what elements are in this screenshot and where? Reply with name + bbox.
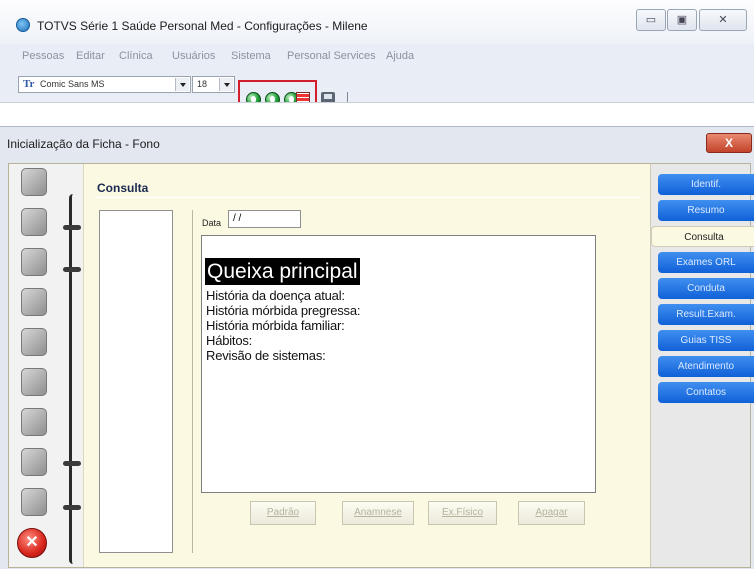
window-title: TOTVS Série 1 Saúde Personal Med - Confi… xyxy=(37,19,368,33)
padrao-button[interactable]: Padrão xyxy=(250,501,316,525)
ficha-dialog: Inicialização da Ficha - Fono X ✕ Consul… xyxy=(0,126,754,569)
binder-sidebar: ✕ xyxy=(9,164,84,567)
sidebar-disc-icon[interactable] xyxy=(21,448,47,476)
font-size-select[interactable]: 18 xyxy=(192,76,235,93)
binder-ring xyxy=(63,225,81,230)
sidebar-stethoscope-icon[interactable] xyxy=(21,488,47,516)
menu-clinica[interactable]: Clínica xyxy=(119,50,153,62)
close-window-button[interactable]: ✕ xyxy=(699,9,747,31)
menu-usuarios[interactable]: Usuários xyxy=(172,50,215,62)
menu-ajuda[interactable]: Ajuda xyxy=(386,50,414,62)
tab-consulta[interactable]: Consulta xyxy=(651,226,754,247)
exame-fisico-button[interactable]: Ex.Físico xyxy=(428,501,497,525)
editor-line: História da doença atual: xyxy=(206,288,345,303)
tab-conduta[interactable]: Conduta xyxy=(658,278,754,299)
apagar-button[interactable]: Apagar xyxy=(518,501,585,525)
font-family-select[interactable]: Tr Comic Sans MS xyxy=(18,76,191,93)
title-bar: TOTVS Série 1 Saúde Personal Med - Confi… xyxy=(0,0,754,44)
editor-line: Hábitos: xyxy=(206,333,253,348)
editor-heading: Queixa principal xyxy=(205,258,360,285)
binder-ring xyxy=(63,461,81,466)
menu-pessoas[interactable]: Pessoas xyxy=(22,50,64,62)
minimize-button[interactable]: ▭ xyxy=(636,9,666,31)
main-window: TOTVS Série 1 Saúde Personal Med - Confi… xyxy=(0,0,754,125)
binder-ring xyxy=(63,505,81,510)
binder-ring xyxy=(63,267,81,272)
sidebar-headphones-icon[interactable] xyxy=(21,288,47,316)
exit-button[interactable]: ✕ xyxy=(17,528,47,558)
tab-atendimento[interactable]: Atendimento xyxy=(658,356,754,377)
sidebar-papers-icon[interactable] xyxy=(21,368,47,396)
editor-line: História mórbida pregressa: xyxy=(206,303,361,318)
sidebar-pen-icon[interactable] xyxy=(21,408,47,436)
app-workspace xyxy=(0,102,754,125)
consulta-text-editor[interactable]: Queixa principal História da doença atua… xyxy=(201,235,596,493)
tab-panel: Identif. Resumo Consulta Exames ORL Cond… xyxy=(650,164,754,567)
sidebar-book-icon[interactable] xyxy=(21,168,47,196)
toolbar: Tr Comic Sans MS 18 xyxy=(14,68,754,93)
section-title: Consulta xyxy=(97,181,149,195)
tab-resumo[interactable]: Resumo xyxy=(658,200,754,221)
vertical-divider xyxy=(192,210,193,553)
app-logo-icon xyxy=(16,18,30,32)
consulta-list[interactable] xyxy=(99,210,173,553)
font-family-value: Comic Sans MS xyxy=(40,79,105,89)
maximize-button[interactable]: ▣ xyxy=(667,9,697,31)
sidebar-notebook-icon[interactable] xyxy=(21,208,47,236)
date-label: Data xyxy=(202,218,222,228)
anamnese-button[interactable]: Anamnese xyxy=(342,501,414,525)
chevron-down-icon[interactable] xyxy=(175,78,189,91)
tab-result-exam[interactable]: Result.Exam. xyxy=(658,304,754,325)
tab-contatos[interactable]: Contatos xyxy=(658,382,754,403)
menu-editar[interactable]: Editar xyxy=(76,50,105,62)
sidebar-document-icon[interactable] xyxy=(21,248,47,276)
dialog-close-button[interactable]: X xyxy=(706,133,752,153)
menu-bar: Pessoas Editar Clínica Usuários Sistema … xyxy=(0,48,754,68)
menu-personal-services[interactable]: Personal Services xyxy=(287,50,376,62)
font-size-value: 18 xyxy=(197,79,208,89)
tab-exames-orl[interactable]: Exames ORL xyxy=(658,252,754,273)
section-divider xyxy=(94,197,642,198)
tab-identif[interactable]: Identif. xyxy=(658,174,754,195)
dialog-body: ✕ Consulta Data / / Queixa principal His… xyxy=(8,163,754,568)
date-field[interactable]: / / xyxy=(228,210,301,228)
chevron-down-icon[interactable] xyxy=(219,78,233,91)
tab-guias-tiss[interactable]: Guias TISS xyxy=(658,330,754,351)
truetype-font-icon: Tr xyxy=(23,78,35,90)
menu-sistema[interactable]: Sistema xyxy=(231,50,271,62)
editor-line: História mórbida familiar: xyxy=(206,318,345,333)
dialog-title: Inicialização da Ficha - Fono xyxy=(7,137,160,151)
editor-line: Revisão de sistemas: xyxy=(206,348,326,363)
sidebar-mask-icon[interactable] xyxy=(21,328,47,356)
